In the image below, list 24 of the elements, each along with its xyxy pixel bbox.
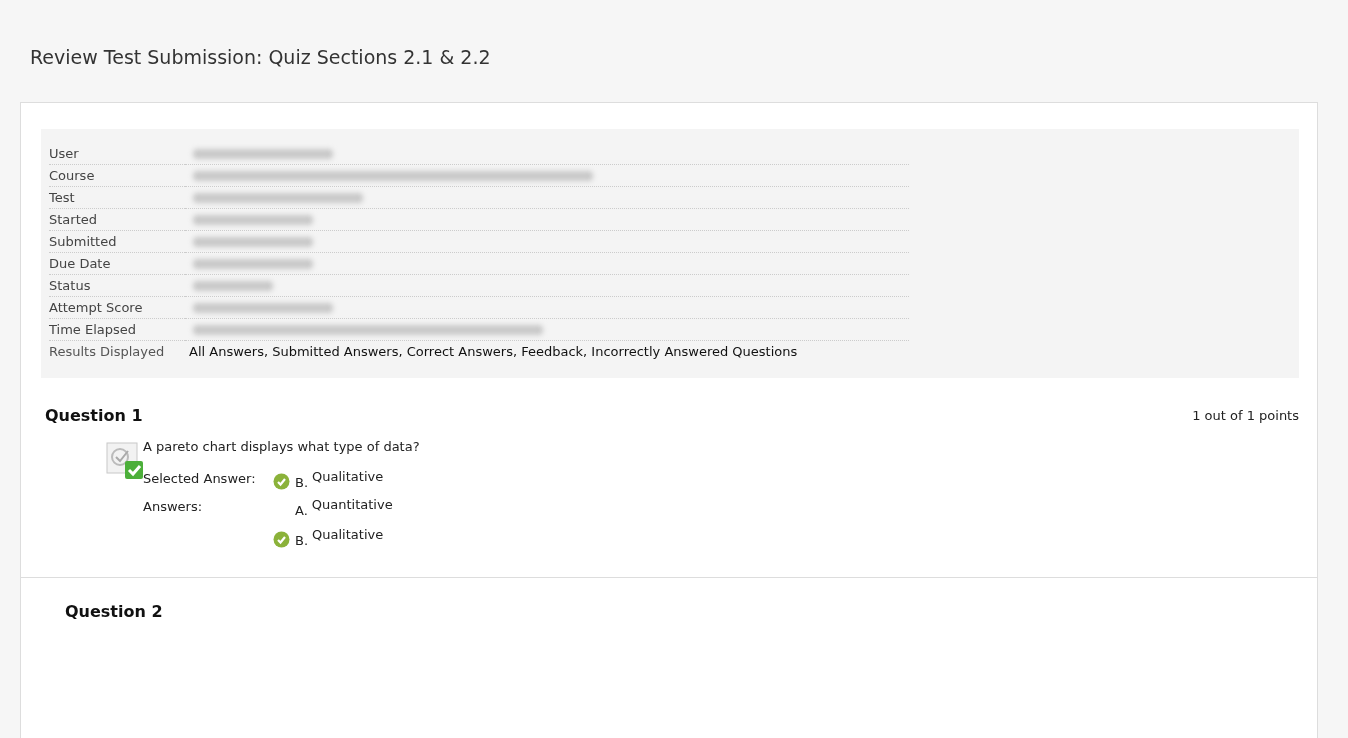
detail-label: Test [49, 187, 185, 209]
detail-label: Due Date [49, 253, 185, 275]
answer-text: Qualitative [312, 468, 384, 484]
question-title: Question 2 [65, 602, 163, 621]
detail-label: Attempt Score [49, 297, 185, 319]
detail-value: All Answers, Submitted Answers, Correct Answers, Feedback, Incorrectly Answered Questions [188, 343, 798, 361]
question-text: A pareto chart displays what type of data? [143, 439, 420, 454]
answer-text: Qualitative [312, 526, 384, 542]
detail-label: Submitted [49, 231, 185, 253]
answer-label: Selected Answer: [143, 470, 257, 488]
detail-label: Time Elapsed [49, 319, 185, 341]
points-text: 1 out of 1 points [1192, 408, 1299, 423]
detail-label: Started [49, 209, 185, 231]
detail-label: User [49, 143, 185, 165]
detail-label: Status [49, 275, 185, 297]
page-title: Review Test Submission: Quiz Sections 2.1 & 2.2 [29, 45, 492, 70]
answer-letter: A. [295, 502, 308, 518]
detail-label: Results Displayed [49, 343, 166, 361]
detail-label: Course [49, 165, 185, 187]
answer-letter: B. [295, 532, 309, 548]
answer-label: Answers: [143, 498, 204, 516]
answer-text: Quantitative [311, 496, 393, 512]
answer-letter: B. [295, 474, 309, 490]
question-title: Question 1 [45, 406, 143, 425]
